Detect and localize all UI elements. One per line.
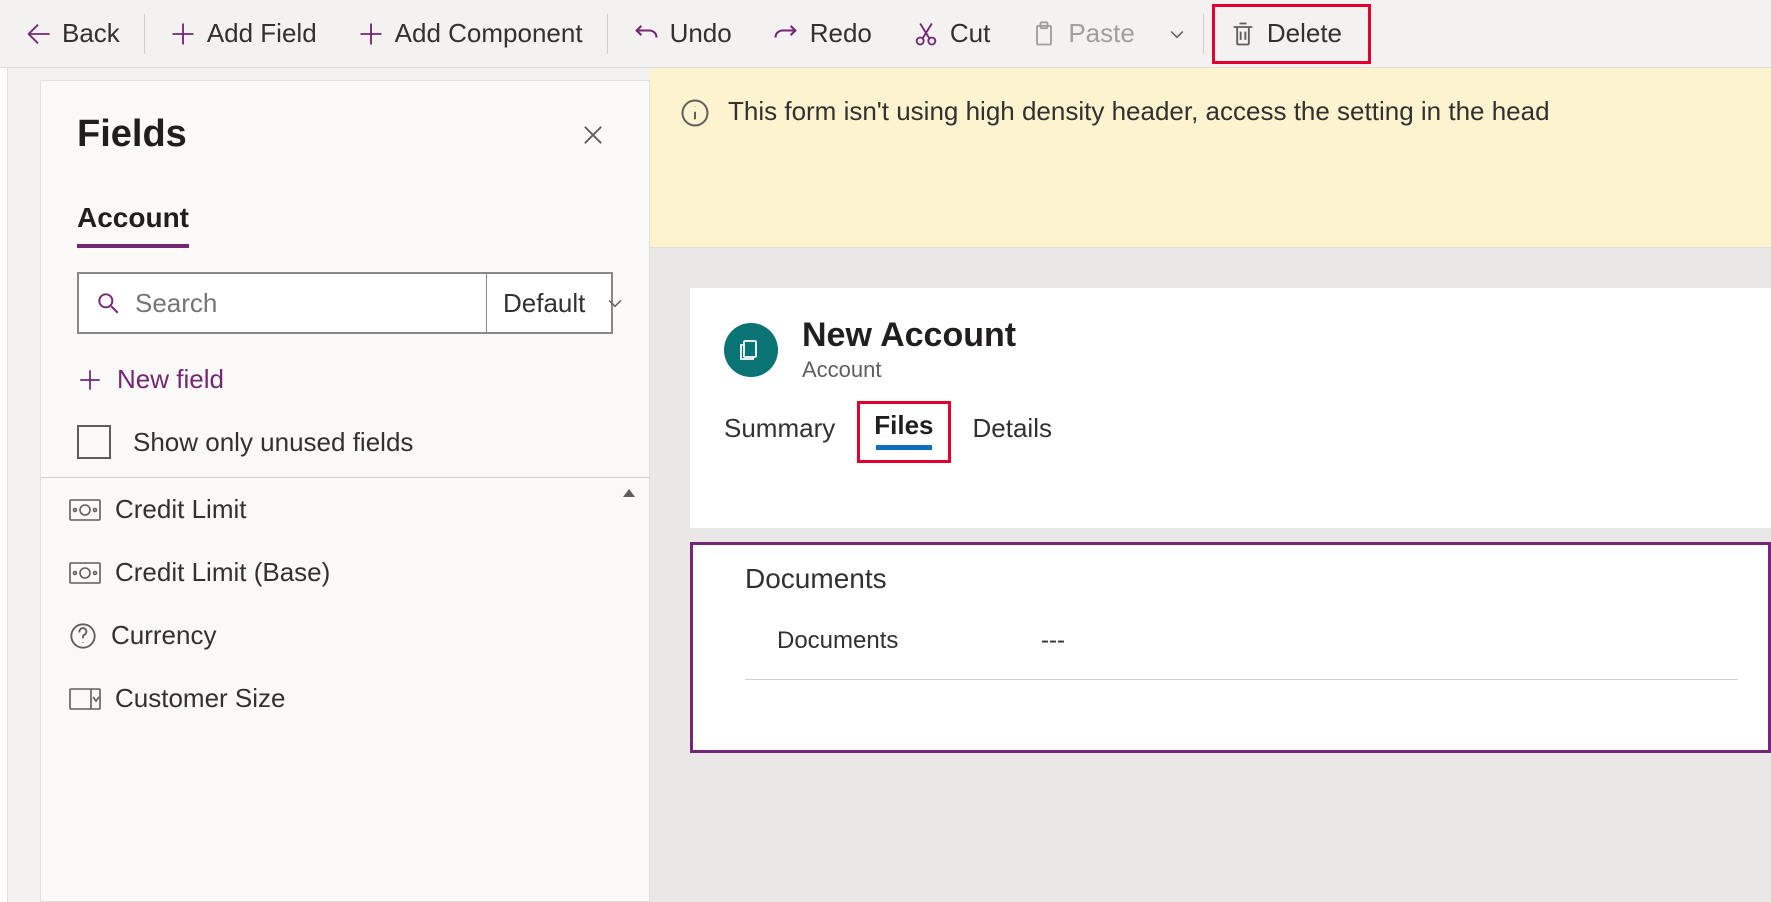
new-field-button[interactable]: New field [77,356,613,403]
redo-button[interactable]: Redo [752,0,892,68]
toolbar-separator [144,14,145,54]
paste-label: Paste [1068,18,1135,49]
chevron-down-icon [1167,24,1187,44]
delete-button[interactable]: Delete [1219,6,1352,62]
paste-button: Paste [1010,0,1155,68]
info-banner: This form isn't using high density heade… [650,68,1771,248]
scroll-up-arrow[interactable] [617,484,641,502]
panel-tab-account[interactable]: Account [77,202,189,248]
add-field-label: Add Field [207,18,317,49]
scissors-icon [912,20,940,48]
new-field-label: New field [117,364,224,395]
cut-label: Cut [950,18,990,49]
caret-up-icon [617,481,641,505]
form-card: New Account Account Summary Files Detail… [690,288,1771,528]
banner-text: This form isn't using high density heade… [728,96,1550,127]
left-rail [0,68,8,902]
tab-summary[interactable]: Summary [724,407,835,450]
form-tabs: Summary Files Details [724,407,1737,463]
undo-icon [632,20,660,48]
show-unused-checkbox[interactable] [77,425,111,459]
show-unused-row: Show only unused fields [77,425,613,459]
search-icon [95,290,121,316]
show-unused-label: Show only unused fields [133,427,413,458]
add-field-button[interactable]: Add Field [149,0,337,68]
search-box: Default [77,272,613,334]
dropdown-field-icon [69,688,101,710]
command-bar: Back Add Field Add Component Undo Redo C… [0,0,1771,68]
search-mode-label: Default [503,288,585,319]
close-button[interactable] [573,115,613,155]
form-canvas: New Account Account Summary Files Detail… [650,248,1771,902]
chevron-down-icon [605,293,625,313]
help-icon [69,622,97,650]
list-item[interactable]: Customer Size [41,667,649,730]
add-component-label: Add Component [395,18,583,49]
money-icon [69,499,101,521]
tab-files[interactable]: Files [874,410,933,441]
panel-tab-row: Account [77,202,613,248]
undo-label: Undo [670,18,732,49]
redo-label: Redo [810,18,872,49]
info-icon [680,98,710,128]
list-item-label: Credit Limit [115,494,246,525]
search-input[interactable] [135,288,470,319]
toolbar-separator [1203,14,1204,54]
form-title: New Account [802,316,1016,355]
plus-icon [357,20,385,48]
delete-label: Delete [1267,18,1342,49]
add-component-button[interactable]: Add Component [337,0,603,68]
paste-split-button[interactable] [1155,0,1199,68]
list-item[interactable]: Currency [41,604,649,667]
cut-button[interactable]: Cut [892,0,1010,68]
arrow-left-icon [24,20,52,48]
toolbar-separator [607,14,608,54]
form-icon [739,338,763,362]
money-icon [69,562,101,584]
fields-panel: Fields Account Default New field Show on… [40,80,650,902]
documents-row[interactable]: Documents --- [745,611,1738,680]
section-title: Documents [745,563,1738,595]
form-entity: Account [802,357,1016,383]
list-item[interactable]: Credit Limit (Base) [41,541,649,604]
list-item-label: Currency [111,620,216,651]
tab-files-highlight: Files [857,401,950,463]
entity-icon [724,323,778,377]
plus-icon [169,20,197,48]
list-item-label: Customer Size [115,683,286,714]
undo-button[interactable]: Undo [612,0,752,68]
list-item[interactable]: Credit Limit [41,478,649,541]
redo-icon [772,20,800,48]
trash-icon [1229,20,1257,48]
back-button[interactable]: Back [4,0,140,68]
back-label: Back [62,18,120,49]
documents-row-label: Documents [777,627,1041,655]
tab-details[interactable]: Details [973,407,1052,450]
field-list: Credit Limit Credit Limit (Base) Currenc… [41,477,649,730]
search-mode-select[interactable]: Default [486,274,645,332]
clipboard-icon [1030,20,1058,48]
delete-highlight: Delete [1212,4,1371,64]
panel-title: Fields [77,113,187,156]
close-icon [579,121,607,149]
active-tab-underline [876,445,932,450]
documents-row-value: --- [1041,627,1065,655]
list-item-label: Credit Limit (Base) [115,557,330,588]
plus-icon [77,367,103,393]
documents-section[interactable]: Documents Documents --- [690,542,1771,753]
